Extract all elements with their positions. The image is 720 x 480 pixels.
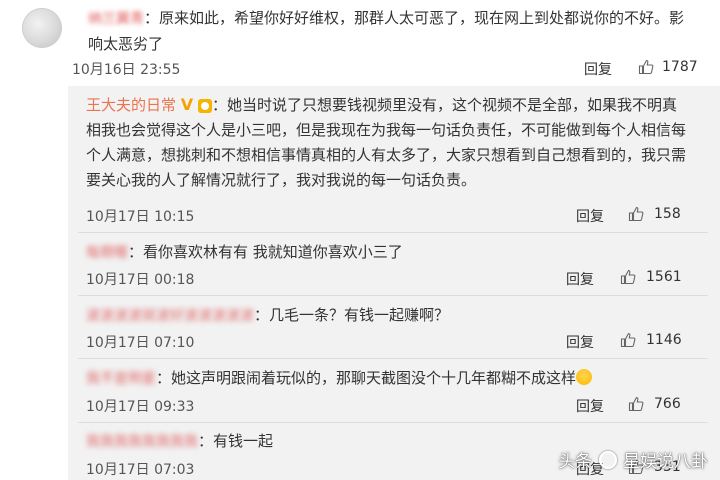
reply-text: ：她当时说了只想要钱视频里没有，这个视频不是全部，如果我不明真相我也会觉得这个人…: [86, 96, 687, 189]
thumbs-up-icon[interactable]: [628, 396, 644, 412]
like-count: 1146: [646, 332, 682, 348]
reply-author[interactable]: 王大夫的日常: [86, 96, 176, 114]
reply-button[interactable]: 回复: [566, 332, 594, 352]
thumbs-up-icon[interactable]: [628, 206, 644, 222]
reply-text: ：看你喜欢林有有 我就知道你喜欢小三了: [128, 243, 403, 261]
divider: [78, 422, 708, 423]
reply-author[interactable]: 每期喔: [86, 241, 128, 266]
reply-body: 波波波波就波好波波波波波：几毛一条？有钱一起赚啊？: [86, 303, 686, 329]
like-count: 158: [654, 206, 681, 222]
like-count: 766: [654, 396, 681, 412]
divider: [78, 358, 708, 359]
watermark-prefix: 头条: [558, 452, 593, 472]
top-comment: 纳兰冀青：原来如此，希望你好好维权，那群人太可恶了，现在网上到处都说你的不好。影…: [0, 0, 720, 86]
divider: [78, 295, 708, 296]
reply-timestamp: 10月17日 07:10: [86, 335, 195, 351]
reply-button[interactable]: 回复: [576, 396, 604, 416]
reply-button[interactable]: 回复: [566, 269, 594, 289]
comment-body: 纳兰冀青：原来如此，希望你好好维权，那群人太可恶了，现在网上到处都说你的不好。影…: [88, 6, 698, 57]
comment-text: ：原来如此，希望你好好维权，那群人太可恶了，现在网上到处都说你的不好。影响太恶劣…: [88, 9, 685, 53]
watermark-handle: 星娱说八卦: [623, 452, 708, 472]
reply-author[interactable]: 波波波波就波好波波波波波: [86, 304, 254, 329]
reply-button[interactable]: 回复: [576, 206, 604, 226]
watermark: 头条 星娱说八卦: [558, 447, 708, 472]
reply-timestamp: 10月17日 10:15: [86, 209, 195, 225]
reply-body: 我不是明星：她这声明跟闹着玩似的，那聊天截图没个十几年都糊不成这样: [86, 366, 696, 392]
vip-badge-icon: [197, 98, 212, 113]
thumbs-up-icon[interactable]: [620, 332, 636, 348]
comment-author[interactable]: 纳兰冀青: [88, 7, 144, 32]
divider: [78, 232, 708, 233]
like-count: 1561: [646, 269, 682, 285]
reply-timestamp: 10月17日 07:03: [86, 462, 195, 478]
reply-text: ：她这声明跟闹着玩似的，那聊天截图没个十几年都糊不成这样: [156, 369, 577, 387]
reply-button[interactable]: 回复: [584, 59, 612, 79]
like-count: 1787: [662, 59, 698, 75]
reply-timestamp: 10月17日 00:18: [86, 272, 195, 288]
reply-body: 王大夫的日常 V ：她当时说了只想要钱视频里没有，这个视频不是全部，如果我不明真…: [86, 92, 686, 193]
laughing-emoji-icon: [576, 369, 593, 385]
reply-timestamp: 10月17日 09:33: [86, 399, 195, 415]
avatar[interactable]: [22, 8, 62, 48]
at-icon: [598, 451, 617, 469]
reply-text: ：有钱一起: [198, 432, 274, 450]
comment-timestamp: 10月16日 23:55: [72, 62, 181, 78]
reply-author[interactable]: 我不是明星: [86, 367, 156, 392]
reply-body: 每期喔：看你喜欢林有有 我就知道你喜欢小三了: [86, 240, 686, 266]
verified-v-icon: V: [180, 95, 194, 114]
reply-author[interactable]: 我我我我我我我我: [86, 430, 198, 455]
thumbs-up-icon[interactable]: [620, 269, 636, 285]
thumbs-up-icon[interactable]: [638, 59, 654, 75]
reply-text: ：几毛一条？有钱一起赚啊？: [254, 306, 450, 324]
